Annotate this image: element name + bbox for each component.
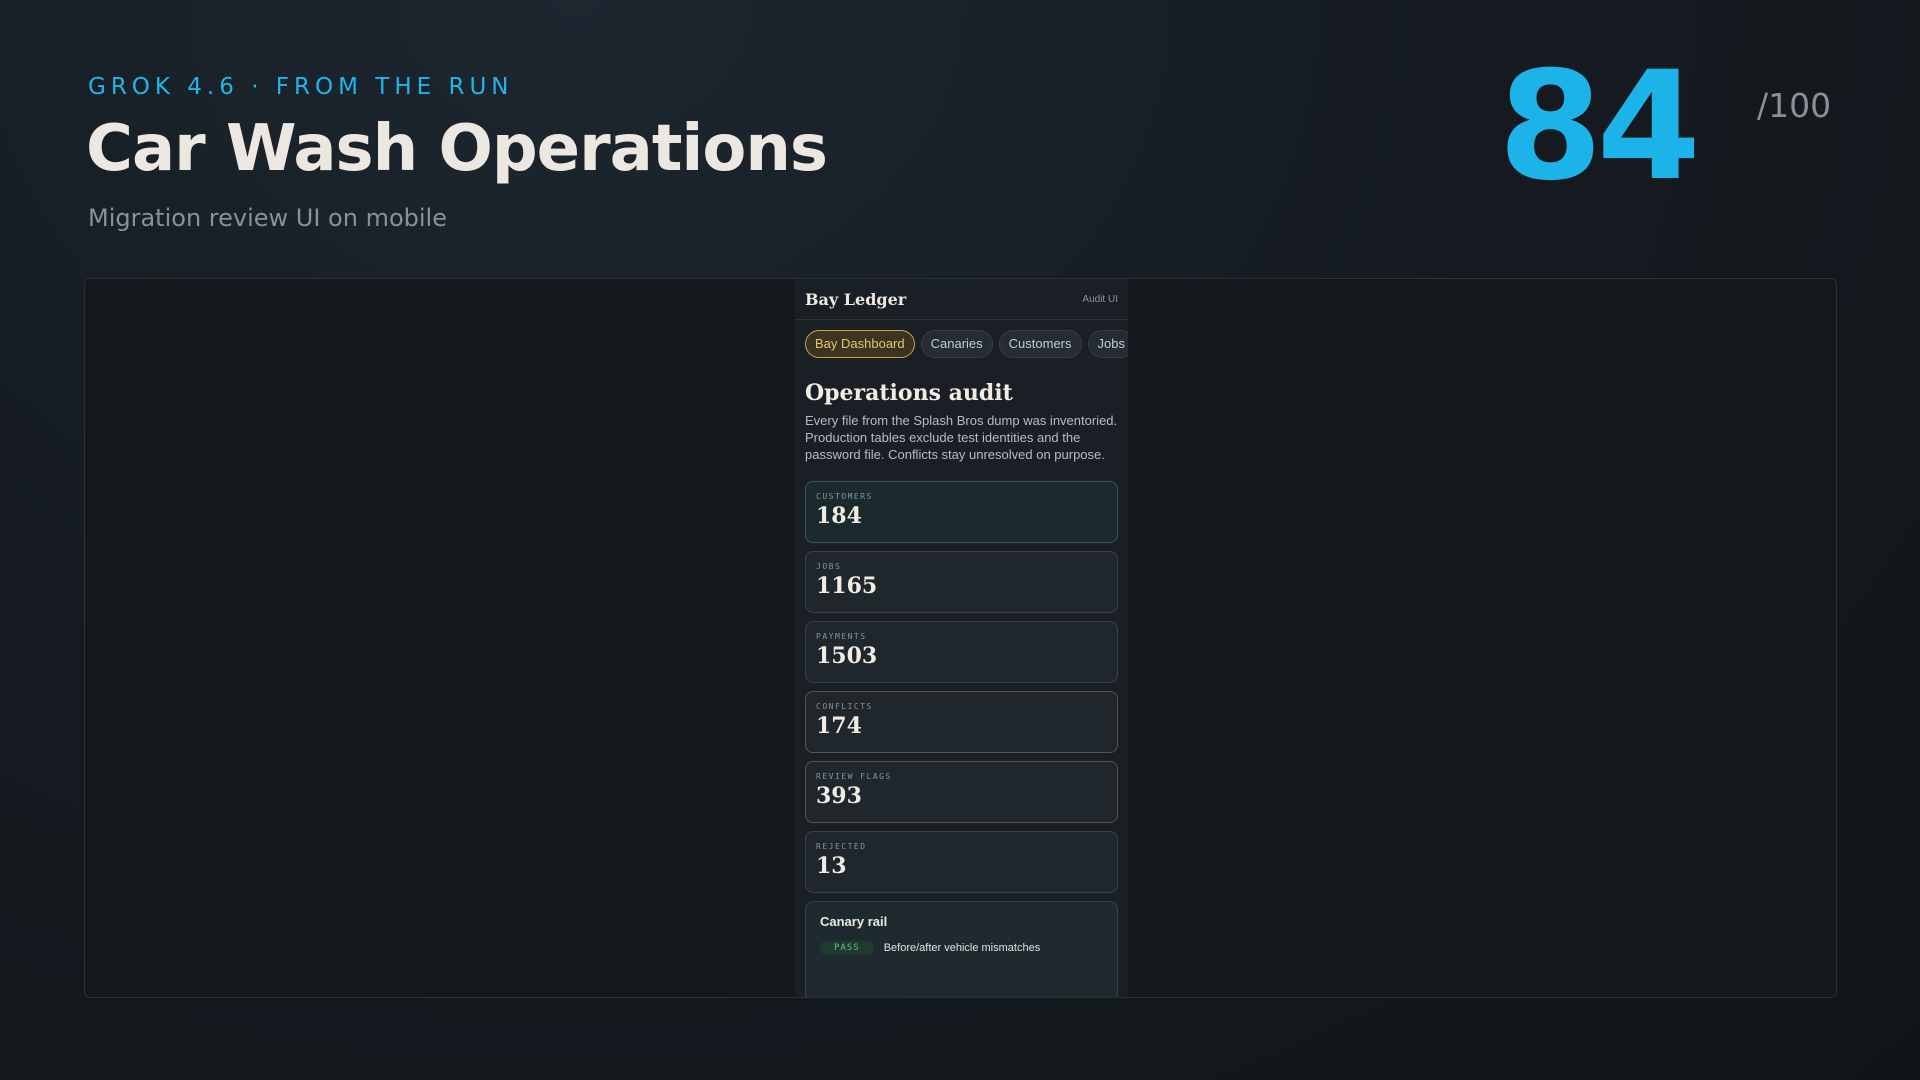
eyebrow-label: GROK 4.6 · FROM THE RUN bbox=[88, 74, 514, 100]
section-heading: Operations audit bbox=[805, 380, 1013, 406]
stat-value: 393 bbox=[816, 783, 862, 809]
stat-label: CUSTOMERS bbox=[816, 492, 873, 501]
audit-ui-tag: Audit UI bbox=[1082, 293, 1118, 305]
stat-card-conflicts: CONFLICTS 174 bbox=[805, 691, 1118, 753]
stat-label: JOBS bbox=[816, 562, 842, 571]
stat-card-customers: CUSTOMERS 184 bbox=[805, 481, 1118, 543]
stat-card-rejected: REJECTED 13 bbox=[805, 831, 1118, 893]
slide: GROK 4.6 · FROM THE RUN Car Wash Operati… bbox=[0, 0, 1920, 1080]
stat-value: 13 bbox=[816, 853, 847, 879]
tab-customers[interactable]: Customers bbox=[998, 330, 1082, 358]
stat-label: CONFLICTS bbox=[816, 702, 873, 711]
stat-card-payments: PAYMENTS 1503 bbox=[805, 621, 1118, 683]
page-title: Car Wash Operations bbox=[86, 112, 828, 186]
tab-bar: Bay Dashboard Canaries Customers Jobs bbox=[795, 320, 1128, 358]
mobile-app-viewport: Bay Ledger Audit UI Bay Dashboard Canari… bbox=[795, 279, 1128, 997]
score-value: 84 bbox=[1498, 40, 1701, 214]
pass-badge: PASS bbox=[820, 941, 874, 955]
stat-card-jobs: JOBS 1165 bbox=[805, 551, 1118, 613]
stat-value: 1165 bbox=[816, 573, 878, 599]
tab-bay-dashboard[interactable]: Bay Dashboard bbox=[805, 330, 915, 358]
canary-rail-card: Canary rail PASS Before/after vehicle mi… bbox=[805, 901, 1118, 997]
app-header: Bay Ledger Audit UI bbox=[795, 279, 1128, 320]
stat-card-review-flags: REVIEW FLAGS 393 bbox=[805, 761, 1118, 823]
canary-row-label: Before/after vehicle mismatches bbox=[883, 942, 1041, 954]
score-max: /100 bbox=[1757, 86, 1832, 125]
stat-label: REVIEW FLAGS bbox=[816, 772, 892, 781]
stat-label: PAYMENTS bbox=[816, 632, 867, 641]
stats-list: CUSTOMERS 184 JOBS 1165 PAYMENTS 1503 CO… bbox=[805, 481, 1118, 893]
stat-value: 1503 bbox=[816, 643, 878, 669]
stat-label: REJECTED bbox=[816, 842, 867, 851]
tab-jobs[interactable]: Jobs bbox=[1087, 330, 1128, 358]
stat-value: 184 bbox=[816, 503, 862, 529]
canary-rail-title: Canary rail bbox=[820, 914, 888, 929]
intro-text: Every file from the Splash Bros dump was… bbox=[805, 413, 1118, 462]
screenshot-frame: Bay Ledger Audit UI Bay Dashboard Canari… bbox=[84, 278, 1837, 998]
stat-value: 174 bbox=[816, 713, 862, 739]
page-subtitle: Migration review UI on mobile bbox=[88, 204, 447, 232]
canary-row: PASS Before/after vehicle mismatches bbox=[820, 941, 1103, 955]
tab-canaries[interactable]: Canaries bbox=[920, 330, 993, 358]
app-brand: Bay Ledger bbox=[805, 289, 907, 309]
